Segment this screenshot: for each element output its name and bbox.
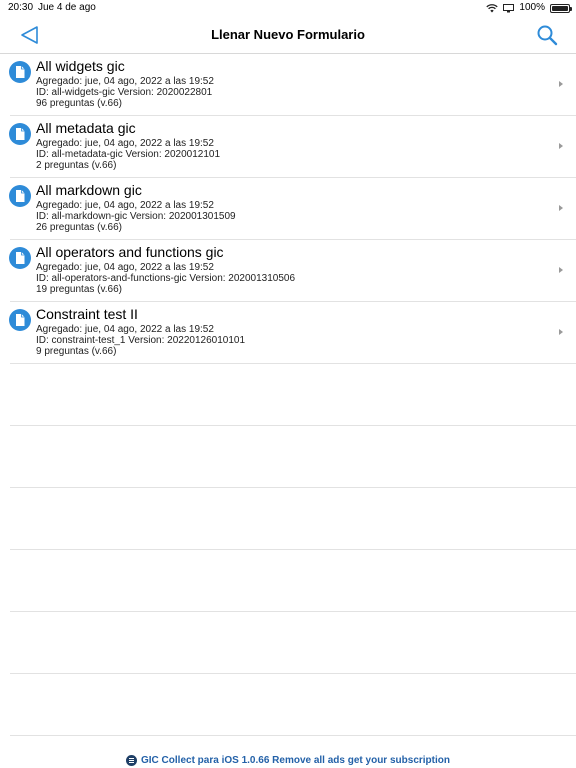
empty-row: [10, 426, 576, 488]
form-id-version: ID: all-widgets-gic Version: 2020022801: [36, 87, 213, 98]
form-added-date: Agregado: jue, 04 ago, 2022 a las 19:52: [36, 138, 214, 149]
empty-row: [10, 488, 576, 550]
form-id-version: ID: all-operators-and-functions-gic Vers…: [36, 273, 296, 284]
document-icon: [9, 309, 31, 331]
form-id-version: ID: all-markdown-gic Version: 2020013015…: [36, 211, 236, 222]
battery-fill: [552, 5, 568, 11]
form-row[interactable]: All widgets gic Agregado: jue, 04 ago, 2…: [9, 54, 576, 116]
form-added-date: Agregado: jue, 04 ago, 2022 a las 19:52: [36, 324, 214, 335]
status-bar: 20:30 Jue 4 de ago 100%: [0, 0, 576, 16]
page-title: Llenar Nuevo Formulario: [211, 27, 365, 42]
subscription-banner[interactable]: GIC Collect para iOS 1.0.66 Remove all a…: [0, 752, 576, 768]
chevron-right-icon: [559, 267, 563, 273]
form-id-version: ID: all-metadata-gic Version: 2020012101: [36, 149, 221, 160]
status-time: 20:30: [8, 2, 34, 13]
document-icon: [9, 185, 31, 207]
form-added-date: Agregado: jue, 04 ago, 2022 a las 19:52: [36, 262, 214, 273]
battery-percent: 100%: [519, 2, 545, 13]
subscription-banner-text: GIC Collect para iOS 1.0.66 Remove all a…: [141, 754, 450, 766]
form-row[interactable]: Constraint test II Agregado: jue, 04 ago…: [9, 302, 576, 364]
search-icon[interactable]: [536, 24, 558, 46]
form-question-count: 96 preguntas (v.66): [36, 98, 122, 109]
status-date: Jue 4 de ago: [38, 2, 96, 13]
form-question-count: 26 preguntas (v.66): [36, 222, 122, 233]
empty-row: [10, 612, 576, 674]
form-id-version: ID: constraint-test_1 Version: 202201260…: [36, 335, 246, 346]
chevron-right-icon: [559, 81, 563, 87]
form-added-date: Agregado: jue, 04 ago, 2022 a las 19:52: [36, 76, 214, 87]
chevron-right-icon: [559, 205, 563, 211]
form-question-count: 2 preguntas (v.66): [36, 160, 117, 171]
form-title: All metadata gic: [36, 120, 136, 136]
chevron-right-icon: [559, 143, 563, 149]
app-logo-icon: [126, 754, 137, 766]
empty-row: [10, 674, 576, 736]
document-icon: [9, 247, 31, 269]
form-list: All widgets gic Agregado: jue, 04 ago, 2…: [0, 54, 576, 736]
form-row[interactable]: All operators and functions gic Agregado…: [9, 240, 576, 302]
document-icon: [9, 123, 31, 145]
form-question-count: 19 preguntas (v.66): [36, 284, 122, 295]
battery-icon: [550, 3, 572, 13]
form-added-date: Agregado: jue, 04 ago, 2022 a las 19:52: [36, 200, 214, 211]
form-question-count: 9 preguntas (v.66): [36, 346, 117, 357]
empty-row: [10, 550, 576, 612]
form-title: All widgets gic: [36, 58, 125, 74]
document-icon: [9, 61, 31, 83]
screen-mirroring-icon: [503, 3, 515, 12]
wifi-icon: [486, 3, 499, 12]
chevron-right-icon: [559, 329, 563, 335]
form-title: Constraint test II: [36, 306, 138, 322]
form-row[interactable]: All markdown gic Agregado: jue, 04 ago, …: [9, 178, 576, 240]
form-row[interactable]: All metadata gic Agregado: jue, 04 ago, …: [9, 116, 576, 178]
empty-row: [10, 364, 576, 426]
form-title: All markdown gic: [36, 182, 142, 198]
nav-bar: Llenar Nuevo Formulario: [0, 16, 576, 54]
form-title: All operators and functions gic: [36, 244, 224, 260]
status-indicators: 100%: [486, 0, 572, 16]
